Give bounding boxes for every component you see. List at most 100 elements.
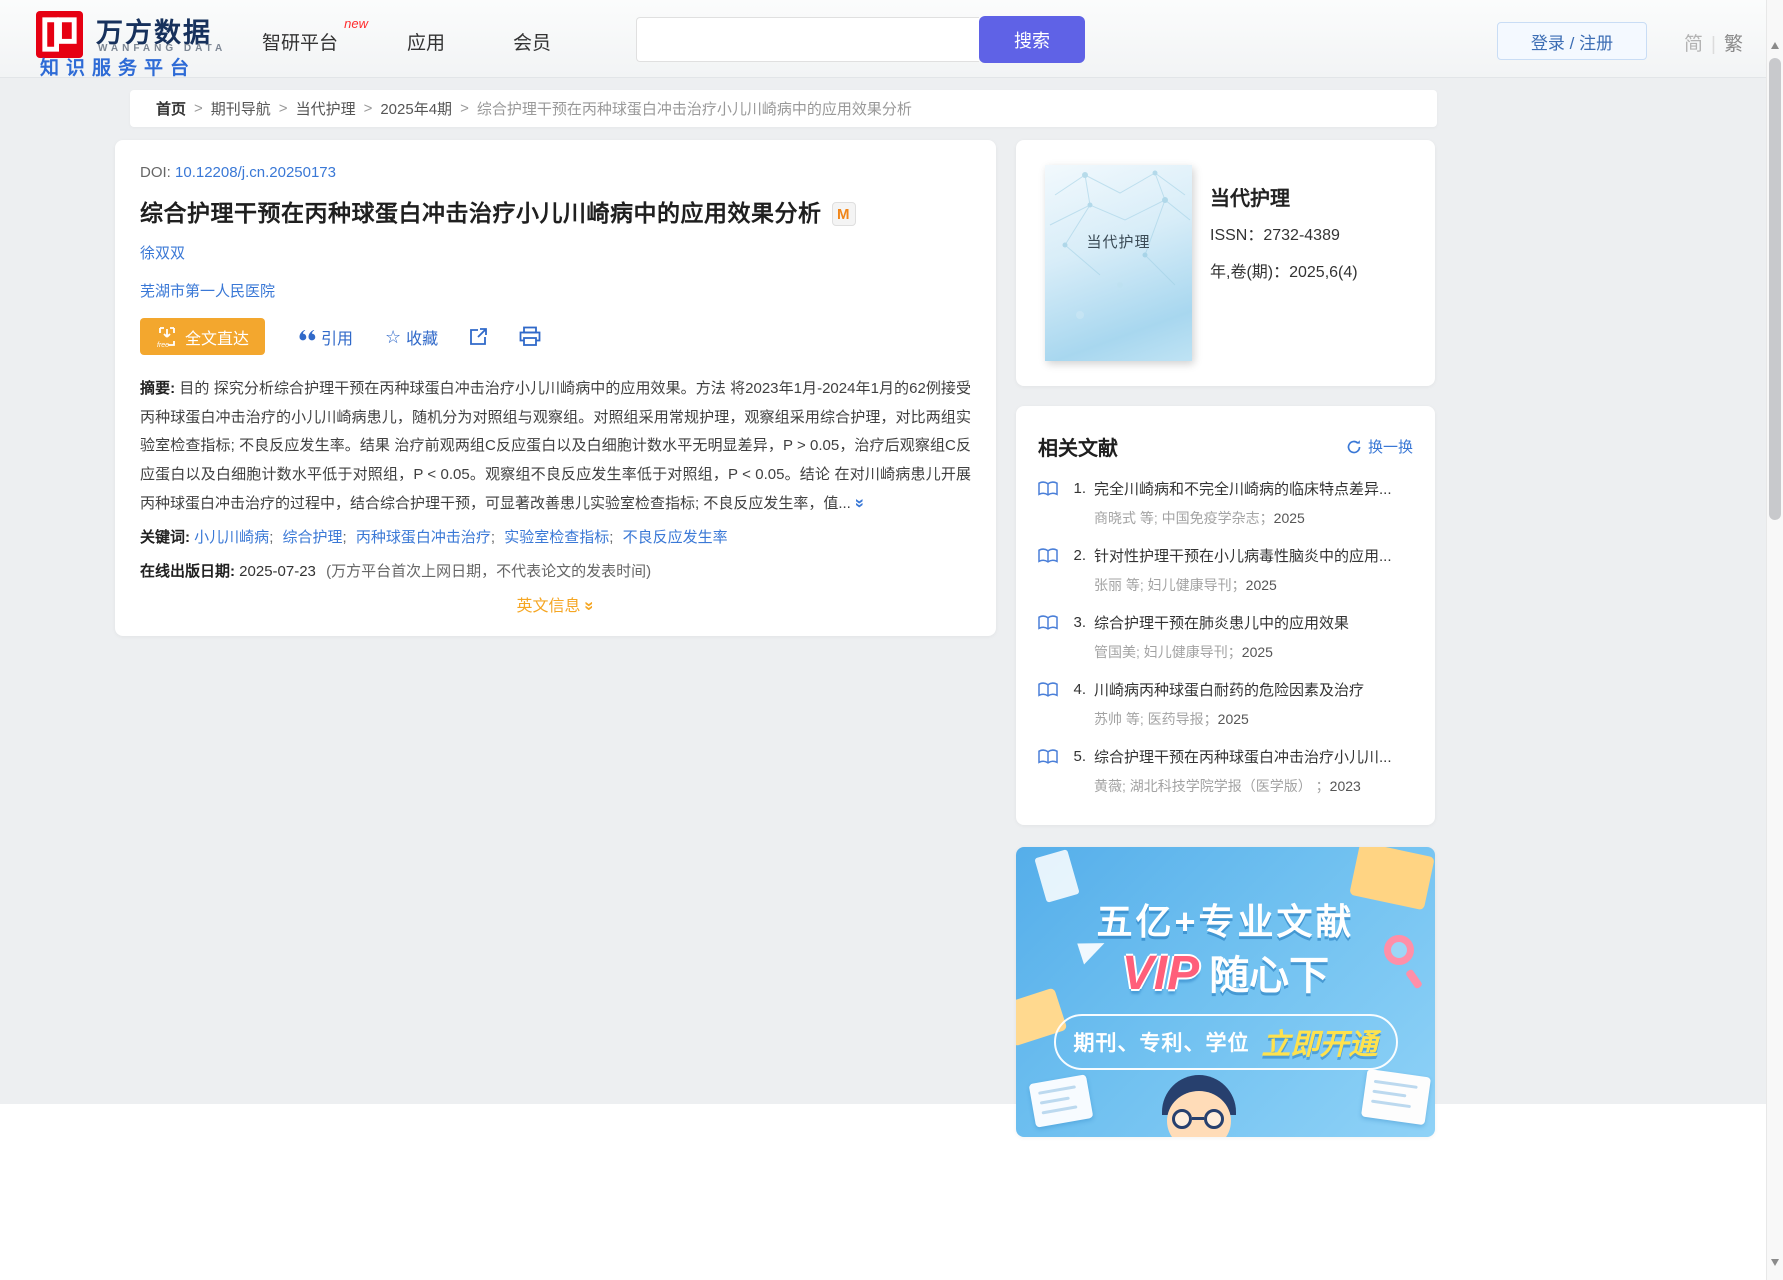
publish-date: 2025-07-23 (239, 562, 316, 580)
search-button[interactable]: 搜索 (979, 16, 1085, 63)
article-abstract: 摘要: 目的 探究分析综合护理干预在丙种球蛋白冲击治疗小儿川崎病中的应用效果。方… (140, 380, 971, 512)
document-decoration (1360, 1068, 1432, 1126)
related-item-title[interactable]: 1. 完全川崎病和不完全川崎病的临床特点差异... (1038, 478, 1413, 499)
login-register-button[interactable]: 登录 / 注册 (1497, 22, 1647, 60)
related-item-title[interactable]: 4. 川崎病丙种球蛋白耐药的危险因素及治疗 (1038, 679, 1413, 700)
glasses-icon (1172, 1109, 1192, 1129)
nav-zhiyan-platform[interactable]: 智研平台 new (262, 16, 368, 55)
article-affiliation[interactable]: 芜湖市第一人民医院 (140, 280, 971, 301)
new-badge: new (344, 16, 369, 31)
abstract-expand-chevron-icon[interactable]: » (846, 499, 875, 508)
breadcrumb-issue[interactable]: 2025年4期 (380, 98, 452, 119)
keyword-link[interactable]: 综合护理 (283, 529, 343, 546)
breadcrumb-separator: > (194, 100, 203, 117)
article-card: DOI: 10.12208/j.cn.20250173 综合护理干预在丙种球蛋白… (115, 140, 996, 636)
journal-card: 当代护理 当代护理 ISSN：2732-4389 年,卷(期)：2025,6(4… (1016, 140, 1435, 386)
publish-date-label: 在线出版日期: (140, 562, 235, 580)
keyword-link[interactable]: 小儿川崎病 (194, 529, 269, 546)
breadcrumb-journal[interactable]: 当代护理 (296, 98, 356, 119)
search-input[interactable] (636, 17, 979, 62)
book-icon (1038, 748, 1058, 764)
breadcrumb-journal-nav[interactable]: 期刊导航 (211, 98, 271, 119)
ad-cta-pill[interactable]: 期刊、专利、学位 立即开通 (1053, 1014, 1398, 1070)
print-button[interactable] (519, 326, 541, 347)
keyword-link[interactable]: 丙种球蛋白冲击治疗 (356, 529, 491, 546)
related-item-title[interactable]: 5. 综合护理干预在丙种球蛋白冲击治疗小儿川... (1038, 746, 1413, 767)
related-title: 相关文献 (1038, 438, 1118, 460)
language-switcher: 简 | 繁 (1684, 29, 1743, 56)
journal-cover[interactable]: 当代护理 (1045, 165, 1192, 361)
book-icon (1038, 681, 1058, 697)
scrollbar-thumb[interactable] (1769, 58, 1781, 520)
ad-headline: 五亿+专业文献 (1096, 901, 1355, 942)
share-button[interactable] (468, 326, 489, 347)
breadcrumb-separator: > (278, 100, 288, 117)
related-item-meta: 张丽 等; 妇儿健康导刊；2025 (1094, 577, 1277, 593)
wanfang-logo-icon[interactable] (36, 11, 83, 58)
english-info-toggle[interactable]: 英文信息 » (140, 592, 971, 616)
related-item: 1. 完全川崎病和不完全川崎病的临床特点差异... 商晓式 等; 中国免疫学杂志… (1038, 478, 1413, 528)
doi-link[interactable]: 10.12208/j.cn.20250173 (175, 164, 336, 181)
scrollbar-down-arrow[interactable] (1771, 1259, 1779, 1266)
breadcrumb-separator: > (363, 100, 373, 117)
article-author[interactable]: 徐双双 (140, 242, 971, 263)
nav-membership[interactable]: 会员 (513, 28, 551, 55)
related-literature-card: 相关文献 换一换 1. 完全川崎病和不完全川崎病的临床特点差异... 商晓式 等… (1016, 406, 1435, 825)
journal-name[interactable]: 当代护理 (1210, 182, 1290, 211)
keyword-link[interactable]: 实验室检查指标 (504, 529, 609, 546)
free-download-icon: free (157, 326, 175, 348)
star-icon: ☆ (385, 326, 402, 347)
related-item: 3. 综合护理干预在肺炎患儿中的应用效果 管国美; 妇儿健康导刊；2025 (1038, 612, 1413, 662)
doi-row: DOI: 10.12208/j.cn.20250173 (140, 164, 971, 181)
book-icon (1038, 547, 1058, 563)
svg-text:free: free (157, 342, 169, 348)
refresh-related-button[interactable]: 换一换 (1346, 436, 1413, 457)
ad-cta-button[interactable]: 立即开通 (1261, 1021, 1377, 1063)
nav-applications[interactable]: 应用 (407, 28, 445, 55)
keyword-link[interactable]: 不良反应发生率 (623, 529, 728, 546)
abstract-label: 摘要: (140, 380, 176, 397)
related-item-title[interactable]: 2. 针对性护理干预在小儿病毒性脑炎中的应用... (1038, 545, 1413, 566)
ad-subline: VIP 随心下 (1121, 947, 1330, 1000)
scrollbar-up-arrow[interactable] (1771, 42, 1779, 49)
article-title: 综合护理干预在丙种球蛋白冲击治疗小儿川崎病中的应用效果分析 M (140, 194, 971, 228)
medline-badge[interactable]: M (831, 202, 856, 226)
related-item: 2. 针对性护理干预在小儿病毒性脑炎中的应用... 张丽 等; 妇儿健康导刊；2… (1038, 545, 1413, 595)
breadcrumb: 首页 > 期刊导航 > 当代护理 > 2025年4期 > 综合护理干预在丙种球蛋… (130, 90, 1437, 127)
english-info-chevron-icon: » (580, 600, 600, 611)
site-header: 万方数据 WANFANG DATA 知识服务平台 智研平台 new 应用 会员 … (0, 0, 1766, 79)
related-item-meta: 苏帅 等; 医药导报；2025 (1094, 711, 1249, 727)
brand-subtitle: 知识服务平台 (40, 58, 197, 79)
ad-vip-text: VIP (1121, 947, 1200, 1000)
fulltext-button[interactable]: free 全文直达 (140, 318, 266, 355)
related-item-meta: 商晓式 等; 中国免疫学杂志；2025 (1094, 510, 1305, 526)
book-icon (1038, 480, 1058, 496)
breadcrumb-home[interactable]: 首页 (156, 98, 186, 119)
share-icon (470, 328, 488, 345)
footer-strip (0, 1104, 1766, 1280)
related-item: 5. 综合护理干预在丙种球蛋白冲击治疗小儿川... 黄薇; 湖北科技学院学报（医… (1038, 746, 1413, 796)
print-icon (519, 326, 541, 346)
lang-simplified[interactable]: 简 (1684, 34, 1703, 55)
related-item: 4. 川崎病丙种球蛋白耐药的危险因素及治疗 苏帅 等; 医药导报；2025 (1038, 679, 1413, 729)
document-decoration (1028, 1074, 1094, 1128)
lang-traditional[interactable]: 繁 (1724, 34, 1743, 55)
publish-date-note: (万方平台首次上网日期，不代表论文的发表时间) (326, 562, 652, 580)
keywords-label: 关键词: (140, 528, 190, 546)
book-icon (1038, 614, 1058, 630)
doi-label: DOI: (140, 164, 171, 181)
page-scrollbar[interactable] (1766, 0, 1783, 1280)
cite-button[interactable]: 引用 (297, 325, 353, 349)
favorite-button[interactable]: ☆ 收藏 (385, 325, 438, 349)
breadcrumb-separator: > (460, 100, 469, 117)
keywords-row: 关键词: 小儿川崎病; 综合护理; 丙种球蛋白冲击治疗; 实验室检查指标; 不良… (140, 528, 728, 546)
related-item-meta: 黄薇; 湖北科技学院学报（医学版） ；2023 (1094, 778, 1361, 794)
quote-icon (299, 330, 316, 341)
cover-network-pattern (1049, 170, 1191, 319)
lang-divider: | (1711, 34, 1716, 55)
breadcrumb-current: 综合护理干预在丙种球蛋白冲击治疗小儿川崎病中的应用效果分析 (476, 101, 912, 118)
related-item-title[interactable]: 3. 综合护理干预在肺炎患儿中的应用效果 (1038, 612, 1413, 633)
vip-promo-banner[interactable]: 五亿+专业文献 VIP 随心下 期刊、专利、学位 立即开通 (1016, 847, 1435, 1137)
journal-volume: 年,卷(期)：2025,6(4) (1210, 264, 1358, 281)
journal-cover-title: 当代护理 (1086, 234, 1151, 251)
